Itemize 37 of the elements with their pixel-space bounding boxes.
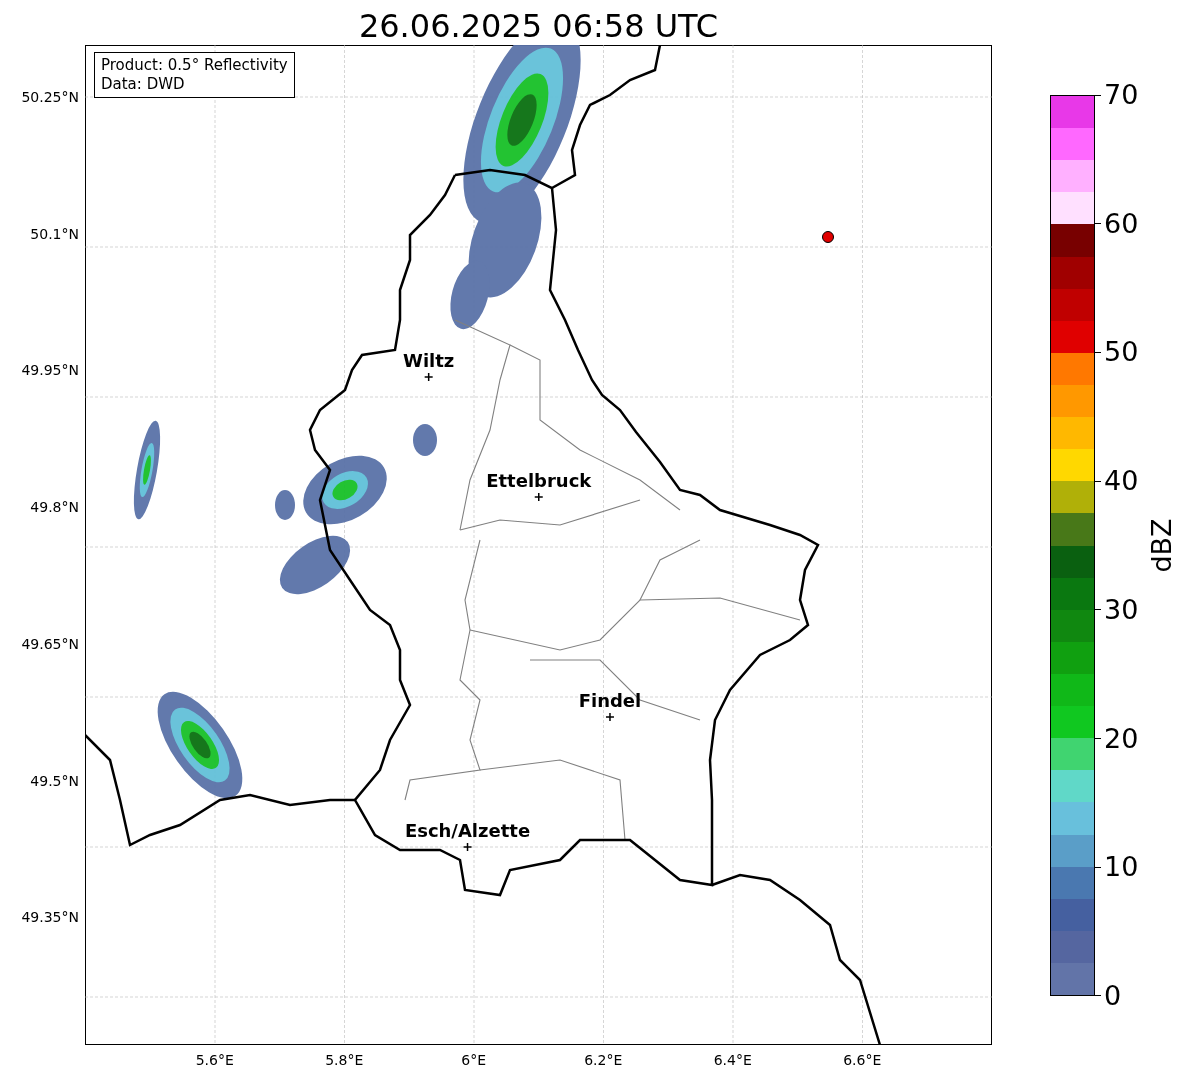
legend-text: Data: DWD: [101, 75, 186, 94]
colorbar-tick-label: 30: [1104, 593, 1139, 626]
radar-echo: [275, 490, 295, 520]
city-marker-icon: [605, 712, 615, 722]
colorbar-tick-label: 60: [1104, 207, 1139, 240]
location-marker-icon: [822, 231, 834, 243]
city-marker-icon: [534, 492, 544, 502]
city-label: Wiltz: [403, 350, 455, 371]
latitude-label: 49.8°N: [30, 498, 79, 518]
city-label: Esch/Alzette: [404, 820, 531, 841]
latitude-label: 49.5°N: [30, 771, 79, 791]
longitude-label: 5.8°E: [324, 1051, 365, 1069]
legend-text: Product: 0.5° Reflectivity: [101, 56, 288, 75]
latitude-label: 49.65°N: [21, 634, 79, 654]
longitude-label: 6.6°E: [842, 1051, 883, 1069]
city-label: Findel: [578, 690, 642, 711]
colorbar-tick-label: 70: [1104, 79, 1139, 111]
latitude-label: 50.1°N: [30, 224, 79, 244]
longitude-label: 5.6°E: [194, 1051, 235, 1069]
latitude-label: 49.35°N: [21, 908, 79, 928]
city-marker-icon: [462, 842, 473, 852]
colorbar-tick-label: 0: [1104, 979, 1122, 1012]
city-marker-icon: [423, 372, 434, 382]
colorbar-tick-label: 20: [1104, 722, 1139, 755]
chart-title: 26.06.2025 06:58 UTC: [358, 6, 719, 45]
longitude-label: 6.4°E: [712, 1051, 753, 1069]
colorbar-title: dBZ: [1145, 518, 1177, 573]
longitude-label: 6°E: [460, 1051, 488, 1069]
latitude-label: 49.95°N: [21, 361, 79, 381]
longitude-label: 6.2°E: [583, 1051, 624, 1069]
colorbar-tick-label: 10: [1104, 851, 1139, 884]
city-label: Ettelbruck: [486, 470, 592, 491]
colorbar-tick-label: 40: [1104, 465, 1139, 498]
radar-echo: [279, 535, 351, 595]
colorbar-tick-label: 50: [1104, 336, 1139, 369]
radar-echo: [413, 424, 437, 456]
latitude-label: 50.25°N: [21, 88, 79, 107]
